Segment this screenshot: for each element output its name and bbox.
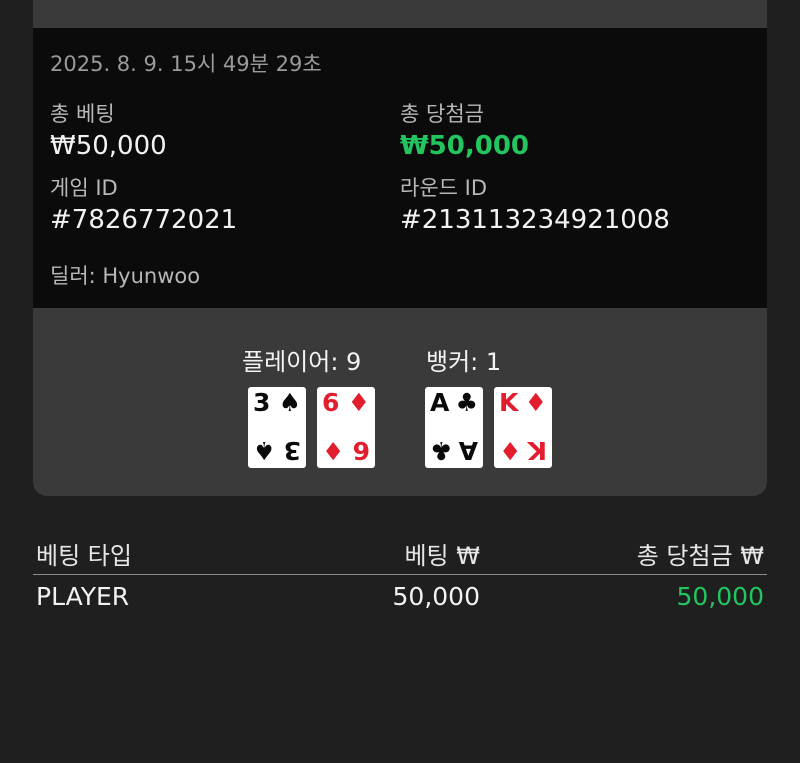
total-win-value: ₩50,000	[400, 131, 530, 161]
round-timestamp: 2025. 8. 9. 15시 49분 29초	[50, 52, 322, 76]
card-rank: A	[430, 388, 450, 417]
card-rank: 6	[322, 388, 340, 417]
card-rank: 3	[253, 388, 271, 417]
diamond-icon: ♦	[499, 436, 522, 465]
banker-card-1: A ♣ A ♣	[425, 387, 483, 468]
diamond-icon: ♦	[322, 436, 345, 465]
banker-hand-label: 뱅커: 1	[426, 348, 502, 376]
total-bet-label: 총 베팅	[50, 102, 115, 126]
game-id-value: #7826772021	[50, 205, 238, 235]
diamond-icon: ♦	[524, 388, 547, 417]
card-rank: K	[499, 388, 519, 417]
player-card-2: 6 ♦ 6 ♦	[317, 387, 375, 468]
club-icon: ♣	[455, 388, 478, 417]
bet-type-cell: PLAYER	[36, 582, 130, 611]
card-rank: K	[527, 436, 547, 465]
player-card-1: 3 ♠ 3 ♠	[248, 387, 306, 468]
bet-type-header: 베팅 타입	[36, 542, 132, 570]
card-rank: 3	[283, 436, 301, 465]
total-win-label: 총 당첨금	[400, 102, 484, 126]
diamond-icon: ♦	[347, 388, 370, 417]
win-amount-cell: 50,000	[676, 582, 764, 611]
spade-icon: ♠	[253, 436, 276, 465]
bet-amount-cell: 50,000	[392, 582, 480, 611]
spade-icon: ♠	[278, 388, 301, 417]
table-divider	[33, 574, 767, 575]
round-id-label: 라운드 ID	[400, 176, 487, 200]
player-hand-label: 플레이어: 9	[242, 348, 362, 376]
round-id-value: #213113234921008	[400, 205, 670, 235]
club-icon: ♣	[430, 436, 453, 465]
header-strip	[33, 0, 767, 28]
cards-panel: 플레이어: 9 뱅커: 1 3 ♠ 3 ♠ 6 ♦ 6 ♦ A ♣ A ♣ K …	[33, 308, 767, 496]
card-rank: A	[458, 436, 478, 465]
win-amount-header: 총 당첨금 ₩	[636, 542, 764, 570]
bet-amount-header: 베팅 ₩	[404, 542, 480, 570]
game-id-label: 게임 ID	[50, 176, 118, 200]
round-info-panel: 2025. 8. 9. 15시 49분 29초 총 베팅 ₩50,000 총 당…	[33, 28, 767, 308]
card-rank: 6	[352, 436, 370, 465]
dealer-name: 딜러: Hyunwoo	[50, 264, 201, 288]
total-bet-value: ₩50,000	[50, 131, 167, 161]
banker-card-2: K ♦ K ♦	[494, 387, 552, 468]
